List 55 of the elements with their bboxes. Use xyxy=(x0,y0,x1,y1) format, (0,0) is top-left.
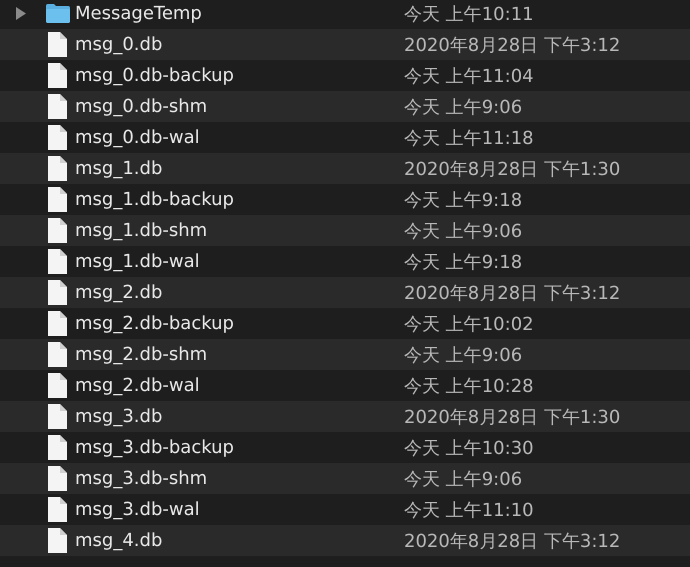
file-name[interactable]: msg_0.db-wal xyxy=(75,127,404,148)
document-icon xyxy=(48,528,67,553)
date-modified: 今天 上午9:18 xyxy=(404,188,524,212)
date-modified: 今天 上午9:06 xyxy=(404,96,524,118)
date-modified: 今天 上午10:30 xyxy=(404,436,535,460)
file-name[interactable]: msg_0.db-shm xyxy=(75,96,404,117)
file-name[interactable]: msg_1.db-wal xyxy=(75,251,404,272)
date-modified: 今天 上午10:02 xyxy=(404,312,535,336)
disclosure-triangle-icon[interactable] xyxy=(14,7,26,20)
date-modified: 今天 上午11:18 xyxy=(404,126,535,150)
date-modified: 今天 上午10:28 xyxy=(404,374,535,398)
file-name[interactable]: msg_2.db-backup xyxy=(75,313,404,334)
document-icon xyxy=(48,373,67,398)
date-modified: 2020年8月28日 下午3:12 xyxy=(404,34,622,56)
file-name[interactable]: msg_1.db-backup xyxy=(75,189,404,210)
file-name[interactable]: msg_3.db-wal xyxy=(75,499,404,520)
date-modified: 2020年8月28日 下午3:12 xyxy=(404,530,622,552)
document-icon xyxy=(48,63,67,88)
date-modified: 2020年8月28日 下午3:12 xyxy=(404,282,622,304)
file-name[interactable]: msg_0.db xyxy=(75,34,404,55)
file-name[interactable]: msg_1.db xyxy=(75,158,404,179)
document-icon xyxy=(48,342,67,367)
date-modified: 今天 上午9:06 xyxy=(404,344,524,366)
file-name[interactable]: msg_3.db-backup xyxy=(75,437,404,458)
document-icon xyxy=(48,466,67,491)
date-modified: 今天 上午10:11 xyxy=(404,2,535,26)
file-name[interactable]: msg_2.db-shm xyxy=(75,344,404,365)
file-name[interactable]: msg_2.db-wal xyxy=(75,375,404,396)
document-icon xyxy=(48,187,67,212)
file-name[interactable]: msg_2.db xyxy=(75,282,404,303)
date-modified: 2020年8月28日 下午1:30 xyxy=(404,406,622,428)
document-icon xyxy=(48,249,67,274)
file-name[interactable]: msg_3.db xyxy=(75,406,404,427)
document-icon xyxy=(48,156,67,181)
file-name[interactable]: msg_3.db-shm xyxy=(75,468,404,489)
date-modified: 2020年8月28日 下午1:30 xyxy=(404,158,622,180)
document-icon xyxy=(48,125,67,150)
file-name[interactable]: MessageTemp xyxy=(75,3,404,24)
date-modified: 今天 上午11:04 xyxy=(404,64,535,88)
document-icon xyxy=(48,404,67,429)
file-name[interactable]: msg_0.db-backup xyxy=(75,65,404,86)
date-modified: 今天 上午9:18 xyxy=(404,250,524,274)
date-modified: 今天 上午9:06 xyxy=(404,468,524,490)
date-modified: 今天 上午9:06 xyxy=(404,220,524,242)
document-icon xyxy=(48,311,67,336)
document-icon xyxy=(48,280,67,305)
date-modified: 今天 上午11:10 xyxy=(404,498,535,522)
document-icon xyxy=(48,218,67,243)
file-name[interactable]: msg_1.db-shm xyxy=(75,220,404,241)
document-icon xyxy=(48,32,67,57)
file-name[interactable]: msg_4.db xyxy=(75,530,404,551)
document-icon xyxy=(48,497,67,522)
document-icon xyxy=(48,435,67,460)
folder-icon xyxy=(46,4,70,23)
document-icon xyxy=(48,94,67,119)
